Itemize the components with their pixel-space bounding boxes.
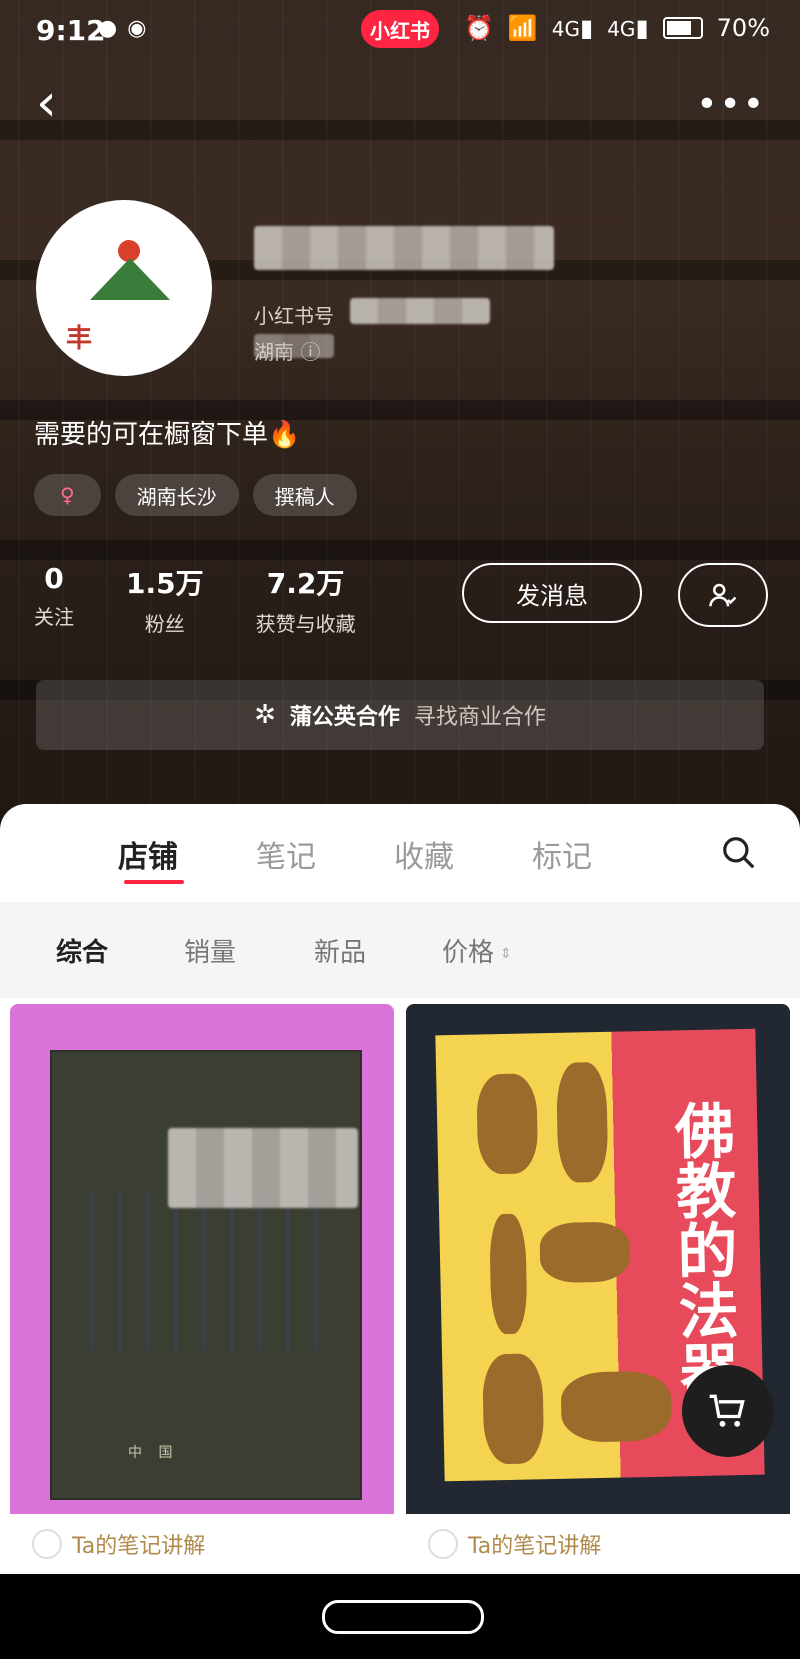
filter-price[interactable]: 价格 ⇕ [442, 932, 512, 969]
active-tab-indicator [124, 880, 184, 884]
note-explainer-label: Ta的笔记讲解 [72, 1534, 206, 1559]
book-ornament [90, 1190, 322, 1350]
cart-icon [709, 1394, 745, 1427]
location-tag: 湖南长沙 [114, 474, 239, 516]
profile-name-redacted [254, 226, 554, 270]
profile-bio: 需要的可在橱窗下单🔥 [34, 420, 301, 450]
card-footer: Ta的笔记讲解 [10, 1514, 394, 1574]
eye-icon: ◉ [127, 16, 147, 41]
shop-avatar[interactable]: 丰 [36, 200, 212, 376]
status-bar: 9:12 ● ◉ 小红书 ⏰ 📶 4G▮ 4G▮ 70% [0, 0, 800, 60]
wifi-icon: 📶 [507, 14, 538, 42]
tab-marks[interactable]: 标记 [532, 832, 592, 876]
stat-likes-saves[interactable]: 7.2万 获赞与收藏 [256, 562, 356, 637]
profession-tag: 撰稿人 [252, 474, 357, 516]
app-badge: 小红书 [361, 10, 439, 48]
cart-button[interactable] [682, 1365, 774, 1457]
product-grid: 中 国 Ta的笔记讲解 佛教的法器 Ta的笔记讲解 [10, 1004, 790, 1574]
wechat-icon: ● [98, 16, 118, 41]
battery-icon [662, 17, 703, 39]
note-explainer-label: Ta的笔记讲解 [468, 1534, 602, 1559]
tab-shop[interactable]: 店铺 [118, 832, 178, 876]
battery-level: 70% [716, 14, 770, 42]
title-redacted [168, 1128, 358, 1208]
book-cover-1: 中 国 [50, 1050, 362, 1500]
logo-text: 丰 [66, 324, 95, 354]
profile-tabs: 店铺 笔记 收藏 标记 [0, 804, 800, 902]
followed-button[interactable] [678, 563, 768, 627]
tab-collections[interactable]: 收藏 [394, 832, 454, 876]
mini-avatar [428, 1529, 458, 1559]
status-left-icons: ● ◉ [98, 16, 146, 41]
book-title: 佛教的法器 [663, 1099, 741, 1401]
profile-stats: 0 关注 1.5万 粉丝 7.2万 获赞与收藏 [34, 562, 356, 637]
collab-subtitle: 寻找商业合作 [413, 705, 546, 730]
more-dots-icon: ••• [696, 84, 766, 125]
ritual-object [560, 1370, 672, 1443]
profile-tags: ♀ 湖南长沙 撰稿人 [34, 474, 357, 516]
filter-overall[interactable]: 综合 [56, 932, 108, 969]
sort-filters: 综合 销量 新品 价格 ⇕ [0, 902, 800, 998]
chevron-left-icon: ‹ [36, 73, 57, 133]
stat-followers[interactable]: 1.5万 粉丝 [126, 562, 204, 637]
filter-sales[interactable]: 销量 [184, 932, 236, 969]
ritual-object [476, 1073, 539, 1175]
collab-title: 蒲公英合作 [289, 705, 400, 730]
dandelion-icon: ✲ [254, 700, 276, 730]
product-card[interactable]: 佛教的法器 Ta的笔记讲解 [406, 1004, 790, 1574]
send-message-button[interactable]: 发消息 [462, 563, 642, 623]
status-time: 9:12 [36, 14, 106, 47]
ritual-object [555, 1061, 609, 1183]
content-sheet: 店铺 笔记 收藏 标记 综合 销量 新品 价格 ⇕ 中 国 Ta的笔记讲解 佛教… [0, 804, 800, 1574]
back-button[interactable]: ‹ [36, 77, 76, 129]
product-image: 中 国 [10, 1004, 394, 1514]
redbook-id-label: 小红书号 [254, 304, 334, 328]
publisher-mark: 中 国 [128, 1445, 179, 1461]
signal-icon-2: 4G▮ [607, 14, 649, 42]
home-handle[interactable] [322, 1600, 484, 1634]
redbook-id-redacted [350, 298, 490, 324]
more-options-button[interactable]: ••• [696, 84, 766, 125]
card-footer: Ta的笔记讲解 [406, 1514, 790, 1574]
stat-following[interactable]: 0 关注 [34, 562, 74, 637]
user-check-icon [709, 583, 737, 607]
search-icon[interactable] [720, 834, 758, 876]
filter-new[interactable]: 新品 [314, 932, 366, 969]
location-redacted [254, 334, 334, 358]
logo-roof [90, 258, 170, 300]
sort-updown-icon: ⇕ [500, 945, 512, 962]
alarm-icon: ⏰ [463, 14, 494, 42]
ritual-object [539, 1221, 631, 1284]
dandelion-collab-banner[interactable]: ✲ 蒲公英合作 寻找商业合作 [36, 680, 764, 750]
signal-icon-1: 4G▮ [551, 14, 594, 42]
ritual-object [489, 1213, 528, 1335]
ritual-object [482, 1353, 545, 1465]
gender-tag: ♀ [34, 474, 101, 516]
status-right-icons: ⏰ 📶 4G▮ 4G▮ 70% [464, 14, 770, 42]
tab-notes[interactable]: 笔记 [256, 832, 316, 876]
navigation-gesture-bar [0, 1574, 800, 1659]
profile-header-background: 9:12 ● ◉ 小红书 ⏰ 📶 4G▮ 4G▮ 70% ‹ ••• 丰 小红书… [0, 0, 800, 820]
product-card[interactable]: 中 国 Ta的笔记讲解 [10, 1004, 394, 1574]
mini-avatar [32, 1529, 62, 1559]
